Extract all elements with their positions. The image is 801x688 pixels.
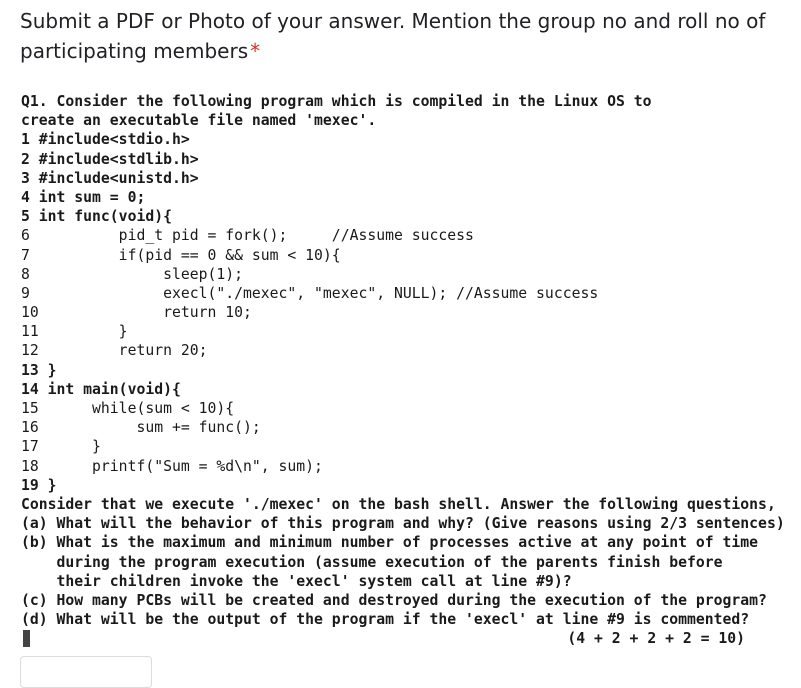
code-line: 19 } xyxy=(21,476,57,494)
code-line: (b) What is the maximum and minimum numb… xyxy=(21,534,759,552)
code-line: 10 return 10; xyxy=(21,304,252,322)
text-cursor-icon xyxy=(23,630,30,648)
code-line: (a) What will the behavior of this progr… xyxy=(21,515,785,533)
code-line: 9 execl("./mexec", "mexec", NULL); //Ass… xyxy=(21,284,599,302)
required-asterisk: * xyxy=(250,39,261,63)
code-line: 7 if(pid == 0 && sum < 10){ xyxy=(21,246,341,264)
code-line: 1 #include<stdio.h> xyxy=(21,131,190,149)
code-line: 12 return 20; xyxy=(21,342,208,360)
code-line: 16 sum += func(); xyxy=(21,419,261,437)
question-image-code: Q1. Consider the following program which… xyxy=(21,92,791,648)
code-line: (c) How many PCBs will be created and de… xyxy=(21,591,767,609)
code-line: create an executable file named 'mexec'. xyxy=(21,112,377,130)
code-line: 13 } xyxy=(21,361,57,379)
score-line: (4 + 2 + 2 + 2 = 10) xyxy=(567,630,745,648)
code-line: 3 #include<unistd.h> xyxy=(21,169,199,187)
code-line: 11 } xyxy=(21,323,128,341)
code-line: their children invoke the 'execl' system… xyxy=(21,572,572,590)
question-title-line1: Submit a PDF or Photo of your answer. Me… xyxy=(20,9,766,33)
code-line: during the program execution (assume exe… xyxy=(21,553,723,571)
question-title: Submit a PDF or Photo of your answer. Me… xyxy=(20,6,780,66)
code-line: 5 int func(void){ xyxy=(21,208,172,226)
code-line: Consider that we execute './mexec' on th… xyxy=(21,495,776,513)
code-line: 17 } xyxy=(21,438,101,456)
code-line: 8 sleep(1); xyxy=(21,265,244,283)
question-title-line2: participating members xyxy=(20,39,249,63)
code-line: 18 printf("Sum = %d\n", sum); xyxy=(21,457,323,475)
code-line: Q1. Consider the following program which… xyxy=(21,93,652,110)
add-file-button[interactable] xyxy=(20,656,152,688)
code-line: (d) What will be the output of the progr… xyxy=(21,611,750,629)
code-line: 4 int sum = 0; xyxy=(21,188,146,206)
score-row: (4 + 2 + 2 + 2 = 10) xyxy=(21,629,791,648)
code-line: 15 while(sum < 10){ xyxy=(21,400,235,417)
code-line: 14 int main(void){ xyxy=(21,380,181,398)
code-line: 6 pid_t pid = fork(); //Assume success xyxy=(21,227,474,245)
code-line: 2 #include<stdlib.h> xyxy=(21,150,199,168)
